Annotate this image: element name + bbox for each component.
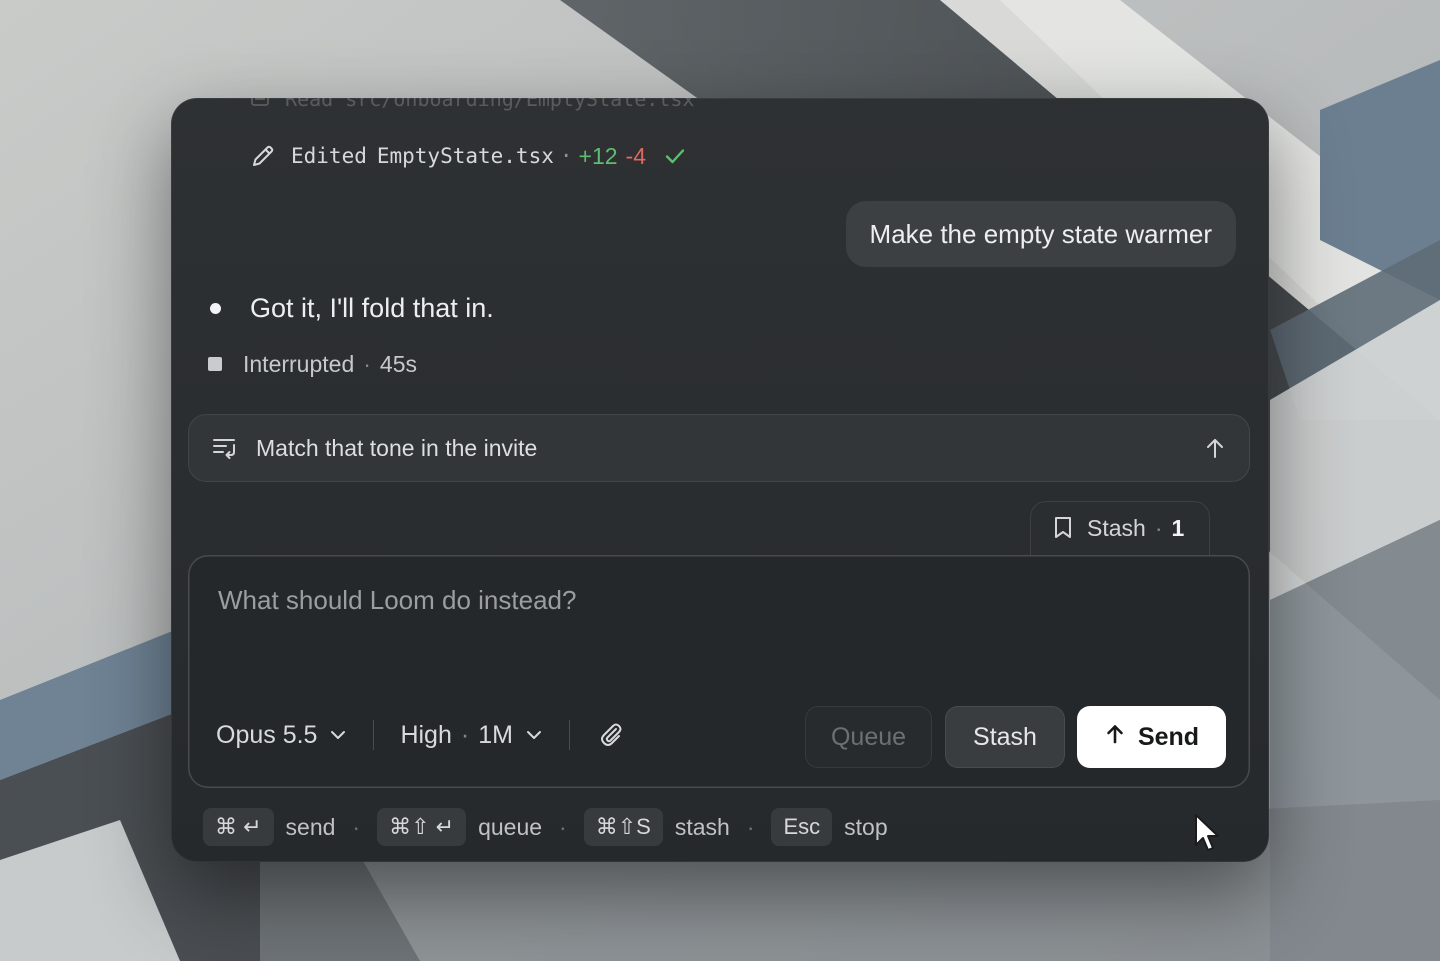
model-name: Opus 5.5 [216, 720, 318, 749]
faded-line-text: Read src/onboarding/EmptyState.tsx [285, 98, 695, 111]
stash-count: 1 [1171, 515, 1185, 541]
shortcut-label: stash [674, 813, 730, 840]
shortcut-key: ⌘⇧ ↵ [377, 808, 467, 846]
effort-level: High [400, 720, 452, 749]
shortcut-label: stop [844, 813, 888, 840]
file-icon [249, 98, 271, 113]
mouse-cursor-icon [1195, 814, 1219, 851]
composer-controls: Opus 5.5 High · 1M [216, 703, 626, 767]
assistant-message-text: Got it, I'll fold that in. [250, 292, 494, 323]
shortcut-key: ⌘ ↵ [203, 808, 274, 846]
queued-message[interactable]: Match that tone in the invite [188, 414, 1250, 482]
chevron-down-icon [329, 726, 347, 744]
stash-tab-separator: · [1154, 515, 1163, 541]
lines-removed: -4 [625, 142, 646, 169]
lines-added: +12 [578, 142, 618, 169]
model-selector[interactable]: Opus 5.5 [216, 715, 347, 755]
interrupted-status: Interrupted · 45s [208, 348, 417, 380]
composer-input[interactable]: What should Loom do instead? [218, 585, 576, 616]
divider [568, 720, 570, 750]
queued-message-text: Match that tone in the invite [256, 434, 538, 461]
pencil-icon [249, 142, 277, 170]
status-duration: 45s [379, 350, 418, 377]
check-icon [664, 145, 686, 167]
effort-separator: · [460, 720, 470, 749]
chat-panel: Read src/onboarding/EmptyState.tsx Edite… [171, 98, 1269, 862]
shortcut-label: queue [478, 813, 543, 840]
edited-file-name: EmptyState.tsx [376, 144, 554, 168]
edit-prefix: Edited [291, 144, 367, 168]
status-label: Interrupted [243, 350, 355, 377]
queue-list-icon [212, 435, 238, 461]
stash-tab[interactable]: Stash · 1 [1030, 501, 1210, 557]
shortcut-separator: · [352, 813, 361, 840]
stop-square-icon [208, 357, 222, 371]
user-message-text: Make the empty state warmer [869, 218, 1212, 249]
paperclip-icon[interactable] [596, 720, 626, 750]
arrow-up-icon[interactable] [1202, 435, 1228, 461]
edit-separator: · [559, 144, 573, 168]
faded-transcript-line: Read src/onboarding/EmptyState.tsx [249, 98, 694, 114]
chevron-down-icon [525, 726, 543, 744]
shortcut-separator: · [559, 813, 567, 840]
status-separator: · [363, 350, 371, 377]
send-label: Send [1137, 722, 1200, 751]
send-button[interactable]: Send [1077, 706, 1226, 768]
shortcut-key: ⌘⇧S [583, 808, 663, 846]
user-message-bubble: Make the empty state warmer [845, 201, 1236, 267]
queue-button[interactable]: Queue [805, 706, 932, 768]
context-size: 1M [478, 720, 513, 749]
shortcut-hints: ⌘ ↵ send · ⌘⇧ ↵ queue · ⌘⇧S stash · Esc … [203, 807, 888, 847]
shortcut-key: Esc [771, 808, 833, 846]
bookmark-icon [1051, 515, 1075, 541]
divider [373, 720, 375, 750]
assistant-message: Got it, I'll fold that in. [210, 288, 494, 328]
assistant-bullet [210, 302, 221, 314]
stash-tab-label: Stash [1087, 515, 1146, 541]
shortcut-label: send [285, 813, 336, 840]
effort-selector[interactable]: High · 1M [400, 715, 542, 755]
composer[interactable]: What should Loom do instead? Opus 5.5 Hi… [188, 555, 1250, 788]
stash-button[interactable]: Stash [945, 706, 1065, 768]
edit-summary-row[interactable]: Edited EmptyState.tsx · +12 -4 [249, 140, 686, 172]
shortcut-separator: · [746, 813, 755, 840]
arrow-up-icon [1104, 723, 1126, 752]
